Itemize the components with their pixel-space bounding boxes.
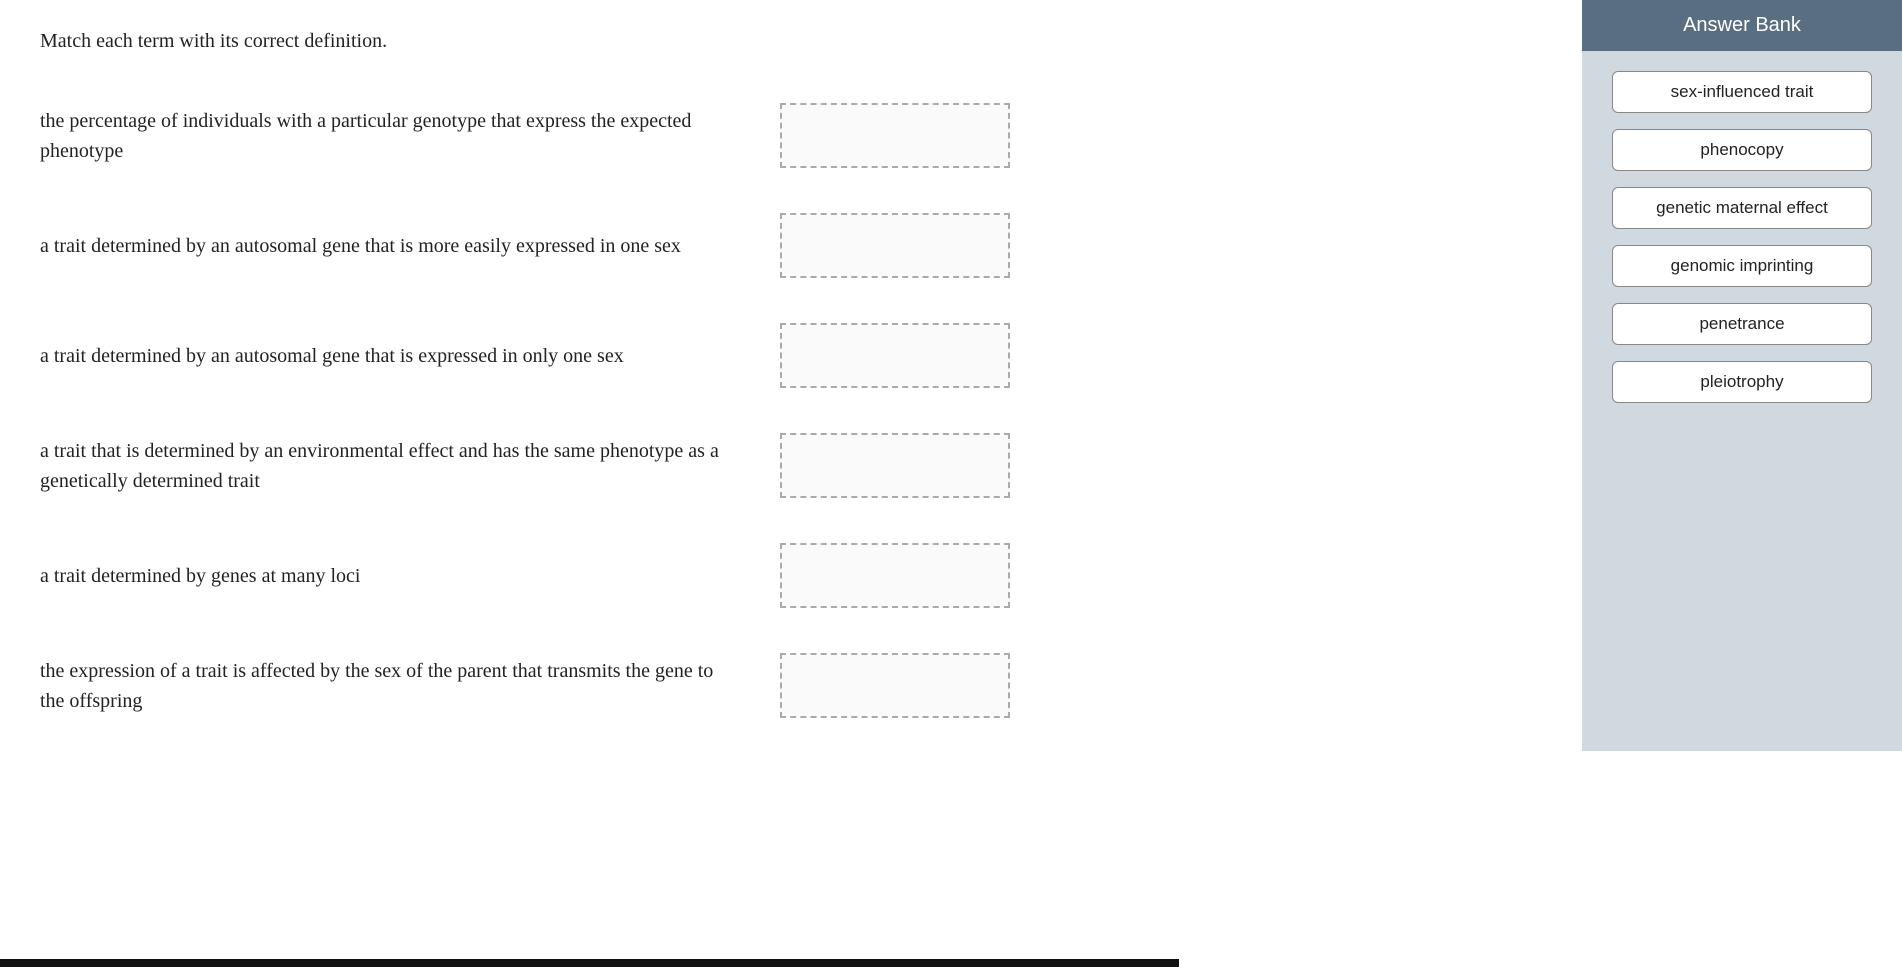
answer-chip[interactable]: sex-influenced trait: [1612, 71, 1872, 113]
answer-chip[interactable]: penetrance: [1612, 303, 1872, 345]
drop-target-box[interactable]: [780, 103, 1010, 168]
match-rows-container: the percentage of individuals with a par…: [40, 103, 1542, 718]
bottom-bar: [0, 959, 1179, 967]
answer-bank-header: Answer Bank: [1582, 0, 1902, 51]
answer-bank-panel: Answer Bank sex-influenced trait phenocop…: [1582, 0, 1902, 967]
instructions-text: Match each term with its correct definit…: [40, 30, 1542, 53]
drop-target-box[interactable]: [780, 653, 1010, 718]
drop-target-box[interactable]: [780, 433, 1010, 498]
answer-chip[interactable]: phenocopy: [1612, 129, 1872, 171]
left-section: Match each term with its correct definit…: [0, 0, 1582, 967]
answer-chip[interactable]: pleiotrophy: [1612, 361, 1872, 403]
match-row: a trait determined by an autosomal gene …: [40, 213, 1542, 278]
match-row: the expression of a trait is affected by…: [40, 653, 1542, 718]
main-container: Match each term with its correct definit…: [0, 0, 1902, 967]
definition-text: a trait determined by genes at many loci: [40, 561, 740, 591]
match-row: a trait determined by an autosomal gene …: [40, 323, 1542, 388]
definition-text: a trait that is determined by an environ…: [40, 436, 740, 496]
match-row: a trait that is determined by an environ…: [40, 433, 1542, 498]
answer-bank-body: sex-influenced trait phenocopy genetic mat…: [1582, 51, 1902, 751]
definition-text: a trait determined by an autosomal gene …: [40, 341, 740, 371]
match-row: the percentage of individuals with a par…: [40, 103, 1542, 168]
drop-target-box[interactable]: [780, 543, 1010, 608]
answer-chip[interactable]: genomic imprinting: [1612, 245, 1872, 287]
definition-text: a trait determined by an autosomal gene …: [40, 231, 740, 261]
definition-text: the percentage of individuals with a par…: [40, 106, 740, 166]
match-row: a trait determined by genes at many loci: [40, 543, 1542, 608]
drop-target-box[interactable]: [780, 213, 1010, 278]
answer-chip[interactable]: genetic maternal effect: [1612, 187, 1872, 229]
definition-text: the expression of a trait is affected by…: [40, 656, 740, 716]
drop-target-box[interactable]: [780, 323, 1010, 388]
